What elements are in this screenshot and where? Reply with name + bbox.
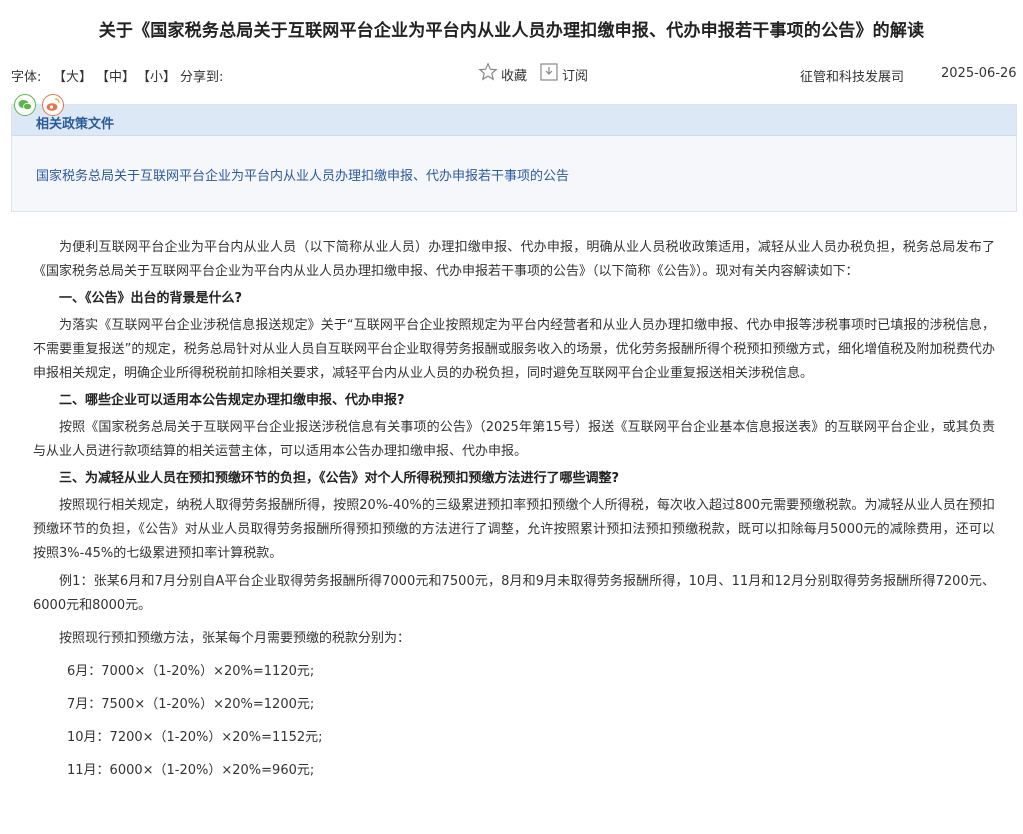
article-toolbar: 字体: 【大】 【中】 【小】 分享到: 收藏 订阅 征管和科技发展司 2025…: [0, 62, 1023, 86]
section-heading-2: 二、哪些企业可以适用本公告规定办理扣缴申报、代办申报?: [59, 393, 405, 408]
calc-line-july: 7月：7500×（1-20%）×20%=1200元;: [67, 697, 315, 712]
calc-line-october: 10月：7200×（1-20%）×20%=1152元;: [67, 730, 323, 745]
share-label: 分享到:: [180, 70, 224, 85]
page-title: 关于《国家税务总局关于互联网平台企业为平台内从业人员办理扣缴申报、代办申报若干事…: [98, 21, 925, 41]
subscribe-label: 订阅: [562, 68, 589, 84]
font-size-medium-button[interactable]: 【中】: [96, 66, 135, 85]
paragraph-example-1: 例1：张某6月和7月分别自A平台企业取得劳务报酬所得7000元和7500元，8月…: [33, 574, 995, 613]
paragraph-background: 为落实《互联网平台企业涉税信息报送规定》关于“互联网平台企业按照规定为平台内经营…: [33, 318, 995, 381]
calc-line-november: 11月：6000×（1-20%）×20%=960元;: [67, 763, 315, 778]
font-size-large-button[interactable]: 【大】: [53, 66, 92, 85]
paragraph-withholding-adjustment: 按照现行相关规定，纳税人取得劳务报酬所得，按照20%-40%的三级累进预扣率预扣…: [33, 498, 995, 561]
paragraph-applicable-enterprises: 按照《国家税务总局关于互联网平台企业报送涉税信息有关事项的公告》（2025年第1…: [33, 420, 995, 459]
subscribe-icon: [539, 62, 559, 86]
related-policy-heading: 相关政策文件: [36, 117, 115, 132]
calc-line-june: 6月：7000×（1-20%）×20%=1120元;: [67, 664, 315, 679]
department: 征管和科技发展司: [800, 70, 905, 85]
favorite-button[interactable]: 收藏: [478, 62, 527, 86]
star-icon: [478, 62, 498, 86]
favorite-label: 收藏: [501, 68, 528, 84]
font-size-label: 字体:: [11, 70, 42, 85]
section-heading-3: 三、为减轻从业人员在预扣预缴环节的负担，《公告》对个人所得税预扣预缴方法进行了哪…: [59, 471, 620, 486]
article-body: 为便利互联网平台企业为平台内从业人员（以下简称从业人员）办理扣缴申报、代办申报，…: [33, 236, 995, 792]
wechat-icon[interactable]: [14, 94, 36, 116]
section-heading-1: 一、《公告》出台的背景是什么?: [59, 291, 243, 306]
paragraph-current-method: 按照现行预扣预缴方法，张某每个月需要预缴的税款分别为：: [59, 631, 411, 646]
publish-date: 2025-06-26: [941, 66, 1017, 81]
subscribe-button[interactable]: 订阅: [539, 62, 588, 86]
weibo-icon[interactable]: [42, 94, 64, 116]
related-policy-box: 相关政策文件 国家税务总局关于互联网平台企业为平台内从业人员办理扣缴申报、代办申…: [11, 104, 1017, 212]
related-policy-header: 相关政策文件: [12, 105, 1016, 136]
paragraph-intro: 为便利互联网平台企业为平台内从业人员（以下简称从业人员）办理扣缴申报、代办申报，…: [33, 240, 995, 279]
related-policy-link[interactable]: 国家税务总局关于互联网平台企业为平台内从业人员办理扣缴申报、代办申报若干事项的公…: [36, 165, 569, 184]
font-size-small-button[interactable]: 【小】: [137, 66, 176, 85]
